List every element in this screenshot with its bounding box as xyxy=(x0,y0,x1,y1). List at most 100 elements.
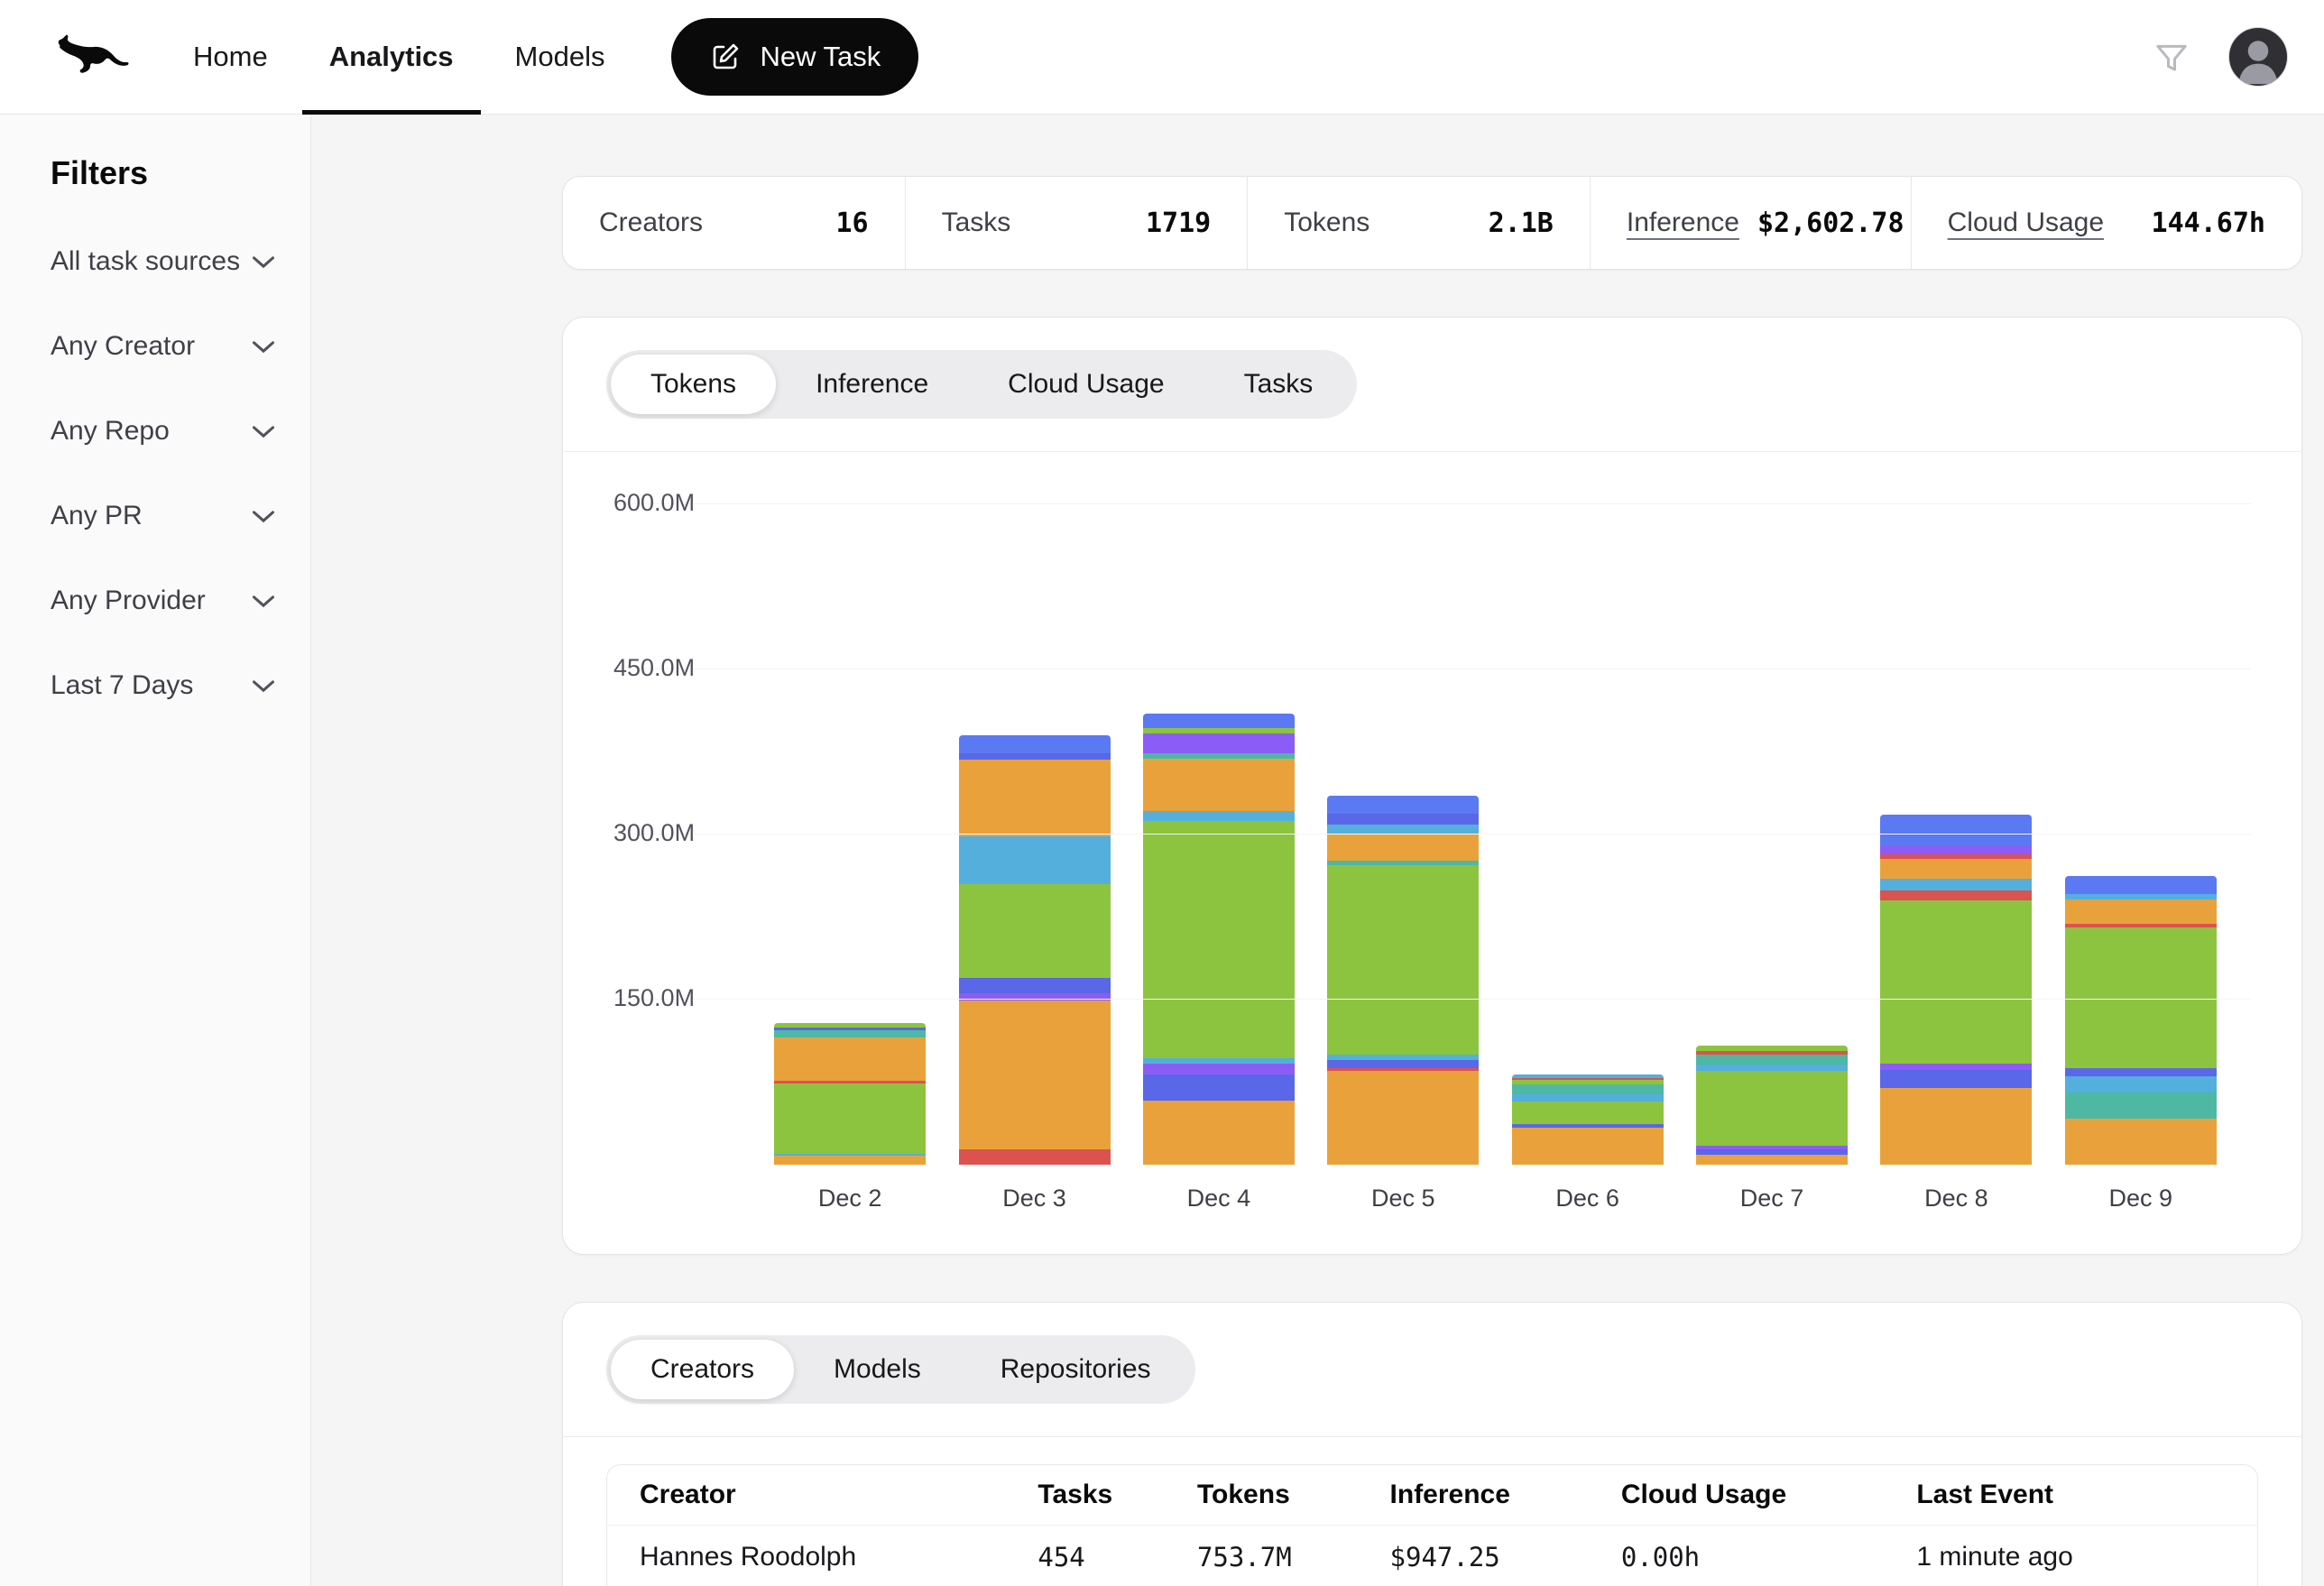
bar-stack xyxy=(1327,796,1479,1165)
table-wrap: CreatorTasksTokensInferenceCloud UsageLa… xyxy=(563,1437,2301,1586)
table-tab-creators[interactable]: Creators xyxy=(611,1340,794,1399)
bar-segment-indigo xyxy=(1327,1060,1479,1068)
cell-tokens: 753.7M xyxy=(1188,1542,1381,1572)
stats-bar: Creators 16 Tasks 1719 Tokens 2.1B Infer… xyxy=(562,176,2302,270)
stat-label: Creators xyxy=(599,207,703,238)
bar-segment-orange xyxy=(1880,859,2032,879)
shell: Filters All task sources Any Creator Any… xyxy=(0,115,2324,1586)
bar-segment-skyblue xyxy=(1696,1065,1848,1071)
bar-segment-skyblue xyxy=(1143,811,1295,821)
bar-segment-indigo xyxy=(1327,814,1479,825)
table-card-header: CreatorsModelsRepositories xyxy=(563,1303,2301,1436)
table-tab-models[interactable]: Models xyxy=(794,1340,961,1399)
stat-label[interactable]: Cloud Usage xyxy=(1948,207,2104,238)
chart-tab-cloud-usage[interactable]: Cloud Usage xyxy=(968,355,1204,414)
bar-segment-skyblue xyxy=(1880,879,2032,890)
bar-dec-4 xyxy=(1127,714,1311,1165)
bar-segment-indigo xyxy=(1143,1074,1295,1101)
bar-stack xyxy=(1512,1074,1664,1165)
chart-bars xyxy=(758,479,2233,1165)
y-tick-600: 600.0M xyxy=(613,489,695,517)
col-tokens: Tokens xyxy=(1188,1480,1381,1510)
row-hannes-roodolph[interactable]: Hannes Roodolph454753.7M$947.250.00h1 mi… xyxy=(607,1525,2257,1586)
bar-segment-blue xyxy=(1880,815,2032,845)
chart-tab-tasks[interactable]: Tasks xyxy=(1204,355,1353,414)
table-card: CreatorsModelsRepositories CreatorTasksT… xyxy=(562,1302,2302,1586)
bar-segment-purple xyxy=(1880,845,2032,854)
bar-segment-teal xyxy=(774,1030,926,1037)
bar-segment-red xyxy=(959,1149,1111,1165)
filters-sidebar: Filters All task sources Any Creator Any… xyxy=(0,115,311,1586)
table-tab-repositories[interactable]: Repositories xyxy=(961,1340,1191,1399)
bar-dec-5 xyxy=(1311,796,1495,1165)
bar-stack xyxy=(2065,876,2217,1165)
col-last-event: Last Event xyxy=(1907,1480,2234,1510)
chevron-down-icon xyxy=(251,424,276,439)
bar-dec-2 xyxy=(758,1023,942,1165)
nav-item-analytics[interactable]: Analytics xyxy=(299,0,484,114)
bar-segment-teal xyxy=(2065,1093,2217,1119)
bar-stack xyxy=(774,1023,926,1165)
col-inference[interactable]: Inference xyxy=(1381,1480,1612,1510)
bar-dec-9 xyxy=(2049,876,2233,1165)
nav-links: HomeAnalyticsModels xyxy=(162,0,635,114)
bar-segment-green xyxy=(1696,1071,1848,1146)
col-cloud-usage[interactable]: Cloud Usage xyxy=(1612,1480,1908,1510)
bar-segment-blue xyxy=(1143,714,1295,728)
chevron-down-icon xyxy=(251,594,276,609)
funnel-icon[interactable] xyxy=(2153,38,2190,76)
nav-item-models[interactable]: Models xyxy=(484,0,636,114)
filter-any-provider[interactable]: Any Provider xyxy=(51,558,276,643)
chart-tab-tokens[interactable]: Tokens xyxy=(611,355,776,414)
filter-all-task-sources[interactable]: All task sources xyxy=(51,219,276,304)
bar-segment-green xyxy=(1143,821,1295,1057)
new-task-button[interactable]: New Task xyxy=(671,18,918,96)
chart-tabs: TokensInferenceCloud UsageTasks xyxy=(606,350,1357,419)
bar-segment-orange xyxy=(1696,1155,1848,1165)
filter-label: Any Provider xyxy=(51,586,206,616)
filter-any-repo[interactable]: Any Repo xyxy=(51,389,276,474)
stat-cloud-usage: Cloud Usage 144.67h xyxy=(1911,177,2301,269)
filter-label: Any Repo xyxy=(51,416,170,447)
cell-inference: $947.25 xyxy=(1381,1542,1612,1572)
gridline-600 xyxy=(613,503,2251,504)
bar-segment-purple xyxy=(1143,1064,1295,1074)
stat-creators: Creators 16 xyxy=(563,177,905,269)
chart-tab-inference[interactable]: Inference xyxy=(776,355,968,414)
bar-segment-indigo xyxy=(959,753,1111,760)
x-label-dec-6: Dec 6 xyxy=(1496,1185,1680,1213)
creators-table: CreatorTasksTokensInferenceCloud UsageLa… xyxy=(606,1464,2258,1586)
nav-item-home[interactable]: Home xyxy=(162,0,299,114)
bar-segment-blue xyxy=(959,735,1111,753)
kangaroo-logo[interactable] xyxy=(51,30,137,84)
table-header-row: CreatorTasksTokensInferenceCloud UsageLa… xyxy=(607,1465,2257,1525)
person-icon xyxy=(2230,30,2286,86)
compose-icon xyxy=(709,41,742,73)
bar-segment-green xyxy=(1512,1102,1664,1123)
col-creator: Creator xyxy=(631,1480,1028,1510)
filter-label: Any PR xyxy=(51,501,143,531)
bar-segment-orange xyxy=(1143,759,1295,812)
avatar[interactable] xyxy=(2228,27,2288,87)
bar-segment-green xyxy=(959,884,1111,978)
chart-card-header: TokensInferenceCloud UsageTasks xyxy=(563,318,2301,451)
bar-segment-green xyxy=(774,1083,926,1154)
cell-last-event: 1 minute ago xyxy=(1907,1542,2234,1572)
cell-creator: Hannes Roodolph xyxy=(631,1542,1028,1572)
bar-stack xyxy=(959,735,1111,1165)
filter-any-creator[interactable]: Any Creator xyxy=(51,304,276,389)
filter-last-7-days[interactable]: Last 7 Days xyxy=(51,643,276,728)
chart-plot: 150.0M300.0M450.0M600.0M xyxy=(613,479,2251,1165)
bar-segment-green xyxy=(1880,900,2032,1064)
bar-segment-red xyxy=(1880,890,2032,900)
main-content: Creators 16 Tasks 1719 Tokens 2.1B Infer… xyxy=(311,115,2324,1586)
bar-segment-blue xyxy=(2065,876,2217,894)
table-body: Hannes Roodolph454753.7M$947.250.00h1 mi… xyxy=(607,1525,2257,1586)
bar-stack xyxy=(1143,714,1295,1165)
bar-segment-orange xyxy=(1327,1071,1479,1165)
chart-xaxis: Dec 2Dec 3Dec 4Dec 5Dec 6Dec 7Dec 8Dec 9 xyxy=(758,1185,2233,1213)
bar-dec-7 xyxy=(1680,1046,1864,1165)
filter-any-pr[interactable]: Any PR xyxy=(51,474,276,558)
nav-right xyxy=(2153,27,2288,87)
stat-label[interactable]: Inference xyxy=(1627,207,1739,238)
